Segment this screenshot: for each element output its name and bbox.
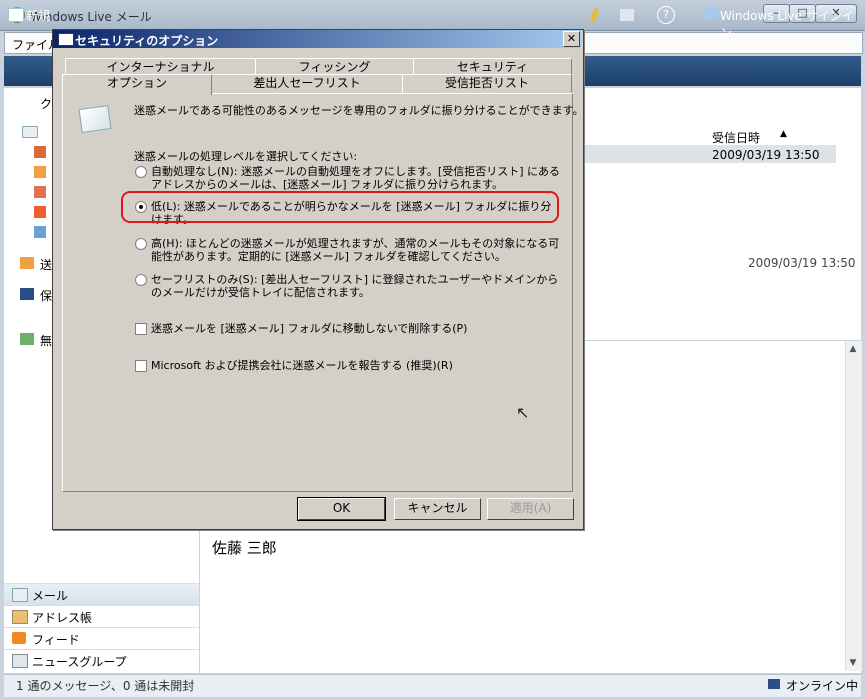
date-column-label[interactable]: 受信日時	[712, 129, 760, 146]
highlight-ring	[121, 191, 559, 223]
drafts-icon[interactable]	[34, 166, 46, 178]
level-label: 迷惑メールの処理レベルを選択してください:	[134, 150, 358, 163]
envelope-icon	[78, 105, 112, 133]
help-icon[interactable]: ?	[657, 6, 675, 24]
addressbook-icon	[12, 610, 28, 624]
folder-quick-label[interactable]: ク	[40, 95, 52, 112]
junk-icon[interactable]	[34, 206, 46, 218]
online-status[interactable]: オンライン中	[786, 677, 858, 694]
nav-feeds[interactable]: フィード	[4, 627, 199, 649]
tab-safe-senders[interactable]: 差出人セーフリスト	[211, 74, 403, 93]
folder-send-label[interactable]: 送	[40, 256, 52, 273]
tab-blocked-senders[interactable]: 受信拒否リスト	[402, 74, 572, 93]
preview-date: 2009/03/19 13:50	[748, 256, 856, 270]
mouse-cursor-icon: ↖	[516, 403, 530, 422]
preview-sender: 佐藤 三郎	[212, 539, 277, 557]
nav-label: フィード	[32, 633, 80, 647]
tab-options[interactable]: オプション	[62, 74, 212, 95]
radio-no-filtering[interactable]	[135, 166, 147, 178]
cancel-button[interactable]: キャンセル	[394, 498, 481, 520]
storage-icon[interactable]	[20, 288, 34, 300]
nav-addressbook[interactable]: アドレス帳	[4, 605, 199, 627]
dialog-close-button[interactable]: ✕	[563, 31, 580, 47]
checkbox-report-junk[interactable]	[135, 360, 147, 372]
ok-button[interactable]: OK	[297, 497, 386, 521]
newsgroup-icon	[12, 654, 28, 668]
scroll-up-icon[interactable]: ▲	[845, 341, 861, 357]
option-safe-list-label[interactable]: セーフリストのみ(S): [差出人セーフリスト] に登録されたユーザーやドメイン…	[151, 273, 561, 299]
nav-label: メール	[32, 589, 69, 603]
sort-ascending-icon: ▲	[780, 129, 787, 139]
trash-icon[interactable]	[34, 226, 46, 238]
online-status-icon[interactable]	[768, 679, 780, 689]
radio-high[interactable]	[135, 238, 147, 250]
nav-mail[interactable]: メール	[4, 583, 199, 605]
preview-scrollbar[interactable]	[845, 341, 862, 671]
delete-junk-label[interactable]: 迷惑メールを [迷惑メール] フォルダに移動しないで削除する(P)	[151, 322, 467, 335]
add-account-icon[interactable]	[20, 333, 34, 345]
option-high-label[interactable]: 高(H): ほとんどの迷惑メールが処理されますが、通常のメールもその対象になる可…	[151, 237, 561, 263]
signin-button[interactable]: Windows Live サインイン	[720, 7, 865, 41]
report-junk-label[interactable]: Microsoft および提携会社に迷惑メールを報告する (推奨)(R)	[151, 359, 453, 372]
nav-label: ニュースグループ	[32, 655, 127, 669]
radio-safe-list-only[interactable]	[135, 274, 147, 286]
folder-save-label[interactable]: 保	[40, 287, 52, 304]
dialog-mail-icon	[58, 33, 74, 46]
checkbox-delete-junk[interactable]	[135, 323, 147, 335]
folder-none-label[interactable]: 無	[40, 332, 52, 349]
nav-label: アドレス帳	[32, 611, 93, 625]
status-message-count: 1 通のメッセージ、0 通は未開封	[16, 679, 195, 693]
sent-icon[interactable]	[34, 186, 46, 198]
dialog-title: セキュリティのオプション	[75, 34, 219, 48]
apply-button[interactable]: 適用(A)	[487, 498, 574, 520]
nav-newsgroups[interactable]: ニュースグループ	[4, 649, 199, 671]
menu-icon[interactable]	[620, 9, 634, 21]
mail-icon	[12, 588, 28, 602]
scroll-down-icon[interactable]: ▼	[845, 655, 861, 671]
new-mail-icon[interactable]	[8, 8, 24, 22]
intro-text: 迷惑メールである可能性のあるメッセージを専用のフォルダに振り分けることができます…	[134, 104, 584, 117]
outbox-icon[interactable]	[20, 257, 34, 269]
signin-icon[interactable]	[702, 8, 719, 20]
inbox-icon[interactable]	[22, 126, 38, 138]
rss-icon	[12, 632, 26, 644]
message-date: 2009/03/19 13:50	[712, 148, 820, 162]
option-no-filtering-label[interactable]: 自動処理なし(N): 迷惑メールの自動処理をオフにします。[受信拒否リスト] に…	[151, 165, 561, 191]
folder-icon[interactable]	[34, 146, 46, 158]
new-button[interactable]: 新規	[26, 7, 50, 24]
